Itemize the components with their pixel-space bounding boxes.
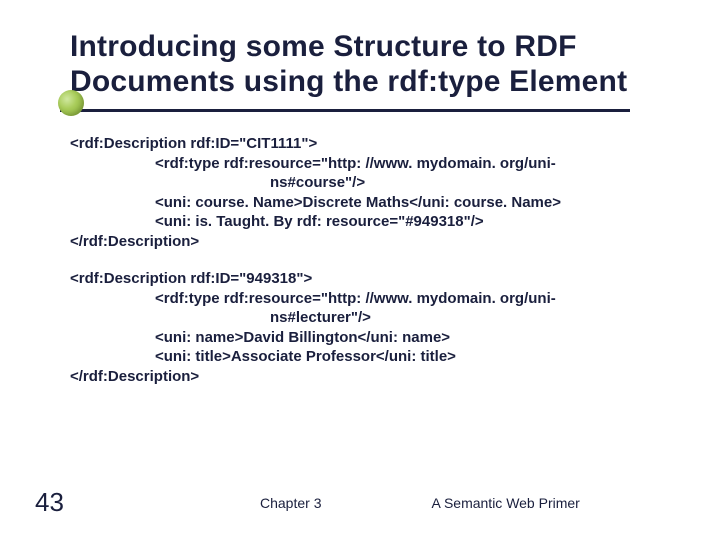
code-line: <uni: title>Associate Professor</uni: ti… (70, 347, 665, 367)
footer-right: A Semantic Web Primer (431, 495, 579, 511)
bullet-icon (58, 90, 84, 116)
code-line: <rdf:Description rdf:ID="CIT1111"> (70, 134, 665, 154)
slide: Introducing some Structure to RDF Docume… (0, 0, 720, 540)
slide-number: 43 (35, 487, 95, 518)
code-line: ns#course"/> (70, 173, 665, 193)
slide-title: Introducing some Structure to RDF Docume… (70, 30, 665, 99)
title-line-1: Introducing some Structure to RDF (70, 30, 577, 63)
footer-center: Chapter 3 (260, 495, 321, 511)
code-block-2: <rdf:Description rdf:ID="949318"> <rdf:t… (70, 269, 665, 386)
code-line: </rdf:Description> (70, 232, 665, 252)
code-line: <rdf:Description rdf:ID="949318"> (70, 269, 665, 289)
code-line: <uni: name>David Billington</uni: name> (70, 328, 665, 348)
title-line-2: Documents using the rdf:type Element (70, 65, 627, 98)
code-line: <uni: course. Name>Discrete Maths</uni: … (70, 193, 665, 213)
code-line: <rdf:type rdf:resource="http: //www. myd… (70, 289, 665, 309)
code-block-1: <rdf:Description rdf:ID="CIT1111"> <rdf:… (70, 134, 665, 251)
code-line: <rdf:type rdf:resource="http: //www. myd… (70, 154, 665, 174)
code-line: ns#lecturer"/> (70, 308, 665, 328)
title-underline (60, 109, 630, 112)
code-line: <uni: is. Taught. By rdf: resource="#949… (70, 212, 665, 232)
code-line: </rdf:Description> (70, 367, 665, 387)
slide-footer: 43 Chapter 3 A Semantic Web Primer (0, 487, 720, 518)
